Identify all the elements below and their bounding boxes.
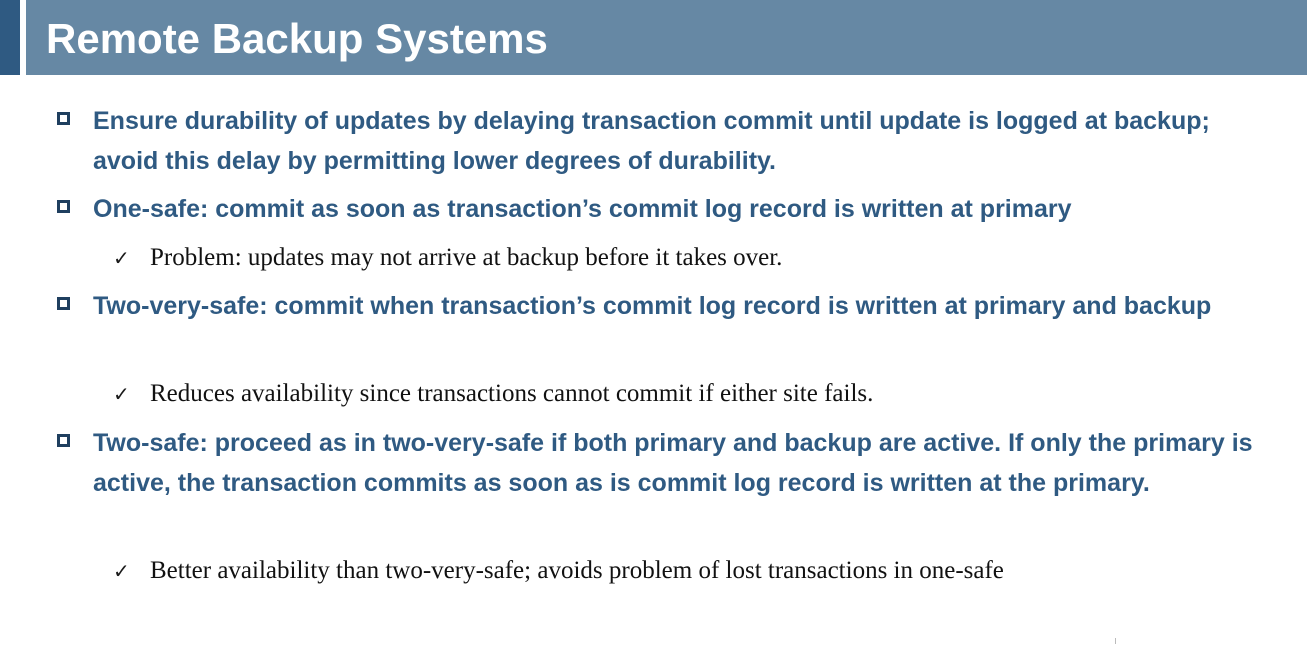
hollow-square-bullet-icon [57, 434, 70, 447]
sub-bullet-text: Better availability than two-very-safe; … [150, 557, 1004, 584]
checkmark-icon: ✓ [113, 559, 130, 583]
bullet-text: Ensure durability of updates by delaying… [93, 107, 1210, 175]
title-accent-gap [20, 0, 26, 75]
hollow-square-bullet-icon [57, 112, 70, 125]
bullet-text: Two-very-safe: commit when transaction’s… [93, 292, 1212, 320]
bullet-text: One-safe: commit as soon as transaction’… [93, 195, 1072, 223]
hollow-square-bullet-icon [57, 200, 70, 213]
sub-bullet-text: Problem: updates may not arrive at backu… [150, 244, 783, 271]
checkmark-icon: ✓ [113, 246, 130, 270]
bullet-text: Two-safe: proceed as in two-very-safe if… [93, 429, 1253, 497]
hollow-square-bullet-icon [57, 297, 70, 310]
checkmark-icon: ✓ [113, 382, 130, 406]
title-accent-stripe [0, 0, 20, 75]
sub-bullet-text: Reduces availability since transactions … [150, 380, 874, 407]
footer-tick-mark [1115, 638, 1116, 644]
slide-title: Remote Backup Systems [46, 15, 548, 62]
